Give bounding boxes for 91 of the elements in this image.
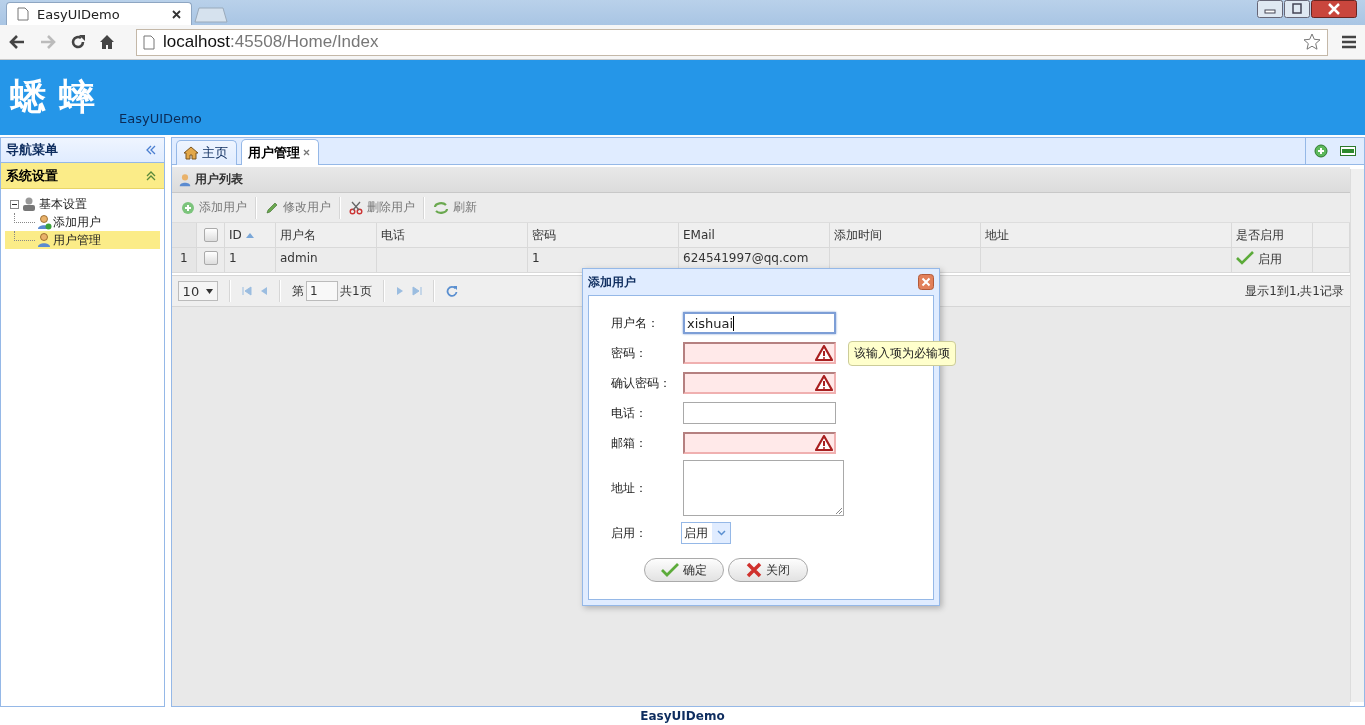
minimize-icon[interactable] <box>1257 0 1283 18</box>
refresh-icon <box>433 200 449 215</box>
tab[interactable]: 用户管理 <box>241 139 319 165</box>
address-field[interactable]: localhost:45508/Home/Index <box>136 28 1328 56</box>
table-cell: 1 <box>532 251 540 265</box>
warning-icon <box>815 375 833 391</box>
select-field[interactable]: 启用 <box>681 522 731 544</box>
close-icon[interactable] <box>172 9 181 19</box>
close-window-icon[interactable] <box>1311 0 1357 18</box>
browser-tab[interactable]: EasyUIDemo <box>6 2 192 25</box>
column-header[interactable]: 地址 <box>985 226 1009 244</box>
checkbox[interactable] <box>203 228 218 242</box>
home-icon <box>183 146 199 160</box>
field-label: 电话： <box>611 404 648 422</box>
chevron-icon[interactable] <box>146 170 156 181</box>
restore-icon[interactable] <box>1284 0 1310 18</box>
footer-text: EasyUIDemo <box>640 709 725 723</box>
cross-icon <box>746 562 762 578</box>
star-icon[interactable] <box>1303 33 1321 51</box>
input-field[interactable] <box>683 372 836 394</box>
column-header[interactable]: EMail <box>683 228 715 242</box>
reload-icon[interactable] <box>70 34 86 50</box>
users-icon <box>21 196 37 212</box>
sort-ascending-icon <box>245 232 254 238</box>
column-header[interactable]: 电话 <box>381 226 405 244</box>
table-cell: 1 <box>229 251 237 265</box>
tooltip: 该输入项为必输项 <box>848 341 956 366</box>
check-icon <box>661 563 679 577</box>
tab[interactable]: 主页 <box>176 140 237 165</box>
field-label: 密码： <box>611 344 648 362</box>
input-field[interactable] <box>683 402 836 424</box>
toolbar-button[interactable]: 删除用户 <box>344 197 420 218</box>
column-header[interactable]: ID <box>229 228 254 242</box>
field-label: 邮箱： <box>611 434 648 452</box>
home-icon[interactable] <box>99 34 115 50</box>
caret-icon <box>716 530 726 536</box>
checkbox[interactable] <box>203 251 218 265</box>
site-subtitle: EasyUIDemo <box>119 111 202 126</box>
page-icon <box>143 34 155 50</box>
add-icon[interactable] <box>1314 144 1328 158</box>
add-icon <box>181 200 195 215</box>
accordion-header[interactable]: 系统设置 <box>1 163 164 189</box>
tree-item[interactable]: 基本设置 <box>39 195 87 213</box>
warning-icon <box>815 435 833 451</box>
page-size-select[interactable]: 10 <box>178 281 218 301</box>
collapse-icon[interactable] <box>146 145 156 155</box>
user-icon <box>36 232 52 248</box>
field-label: 地址： <box>611 479 648 497</box>
user-icon <box>36 214 52 230</box>
scissors-icon <box>349 200 363 215</box>
pencil-icon <box>265 200 279 215</box>
field-label: 确认密码： <box>611 374 672 392</box>
text-area[interactable] <box>683 460 844 516</box>
toolbar-button[interactable]: 刷新 <box>428 197 482 218</box>
page-field[interactable]: 1 <box>306 281 338 301</box>
logo: 蟋 蟀 <box>10 76 97 119</box>
user-icon <box>178 172 192 187</box>
page-label: 第 <box>292 282 304 300</box>
caret-icon <box>206 288 214 294</box>
field-label: 用户名： <box>611 314 660 332</box>
column-header[interactable]: 密码 <box>532 226 556 244</box>
field-label: 启用： <box>611 524 648 542</box>
menu-icon[interactable] <box>1341 35 1357 49</box>
toolbar-button[interactable]: 添加用户 <box>176 197 252 218</box>
refresh-icon[interactable] <box>445 285 458 297</box>
column-header[interactable]: 用户名 <box>280 226 316 244</box>
minimize-icon[interactable] <box>1340 146 1356 156</box>
input-field[interactable] <box>683 342 836 364</box>
dialog-title: 添加用户 <box>588 273 636 291</box>
row-number: 1 <box>172 248 197 272</box>
page-icon <box>17 7 29 21</box>
panel-title: 用户列表 <box>195 171 243 188</box>
back-icon[interactable] <box>8 34 26 50</box>
toolbar-button[interactable]: 修改用户 <box>260 197 336 218</box>
input-field[interactable]: xishuai <box>683 312 836 334</box>
table-cell: 624541997@qq.com <box>683 251 809 265</box>
tree-item[interactable]: 添加用户 <box>53 213 101 231</box>
page-summary: 显示1到1,共1记录 <box>1245 282 1344 300</box>
resize-grip-icon[interactable] <box>835 507 842 514</box>
sidebar-title: 导航菜单 <box>6 141 58 159</box>
page-total: 共1页 <box>340 282 372 300</box>
scrollbar[interactable] <box>1350 169 1364 702</box>
table-cell: admin <box>280 251 318 265</box>
dialog-button[interactable]: 确定 <box>644 558 724 582</box>
column-header[interactable]: 是否启用 <box>1236 226 1284 244</box>
input-field[interactable] <box>683 432 836 454</box>
warning-icon <box>815 345 833 361</box>
collapse-toggle-icon[interactable] <box>10 199 19 209</box>
table-cell: 启用 <box>1258 251 1282 268</box>
dialog-button[interactable]: 关闭 <box>728 558 808 582</box>
column-header[interactable]: 添加时间 <box>834 226 882 244</box>
